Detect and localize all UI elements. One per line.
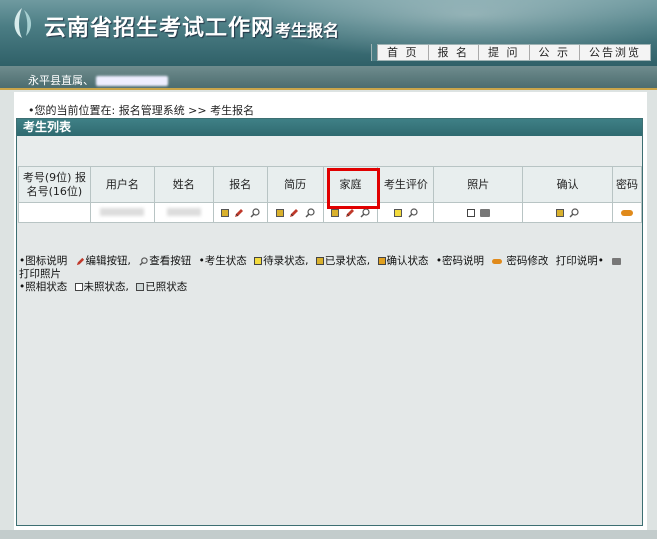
- table-row: [18, 202, 643, 223]
- legend-password-change: 密码修改: [506, 255, 549, 267]
- legend-confirmed: 确认状态: [386, 255, 429, 267]
- view-icon[interactable]: [569, 208, 579, 218]
- pending-status-icon: [394, 209, 403, 217]
- legend-print-note: 打印说明•: [555, 255, 604, 267]
- legend-not-photographed: 未照状态,: [83, 281, 129, 293]
- icon-legend: •图标说明 编辑按钮, 查看按钮 •考生状态 待录状态, 已录状态, 确认状态 …: [19, 255, 644, 294]
- candidate-table: 考号(9位) 报名号(16位) 用户名 姓名 报名 简历 家庭 考生评价 照片 …: [18, 166, 643, 223]
- not-photographed-icon: [74, 283, 83, 291]
- legend-edit-button: 编辑按钮,: [85, 255, 131, 267]
- col-confirm: 确认: [522, 166, 613, 203]
- nav-register[interactable]: 报 名: [427, 45, 479, 60]
- edit-icon[interactable]: [345, 208, 355, 218]
- edit-icon: [76, 257, 84, 265]
- pending-status-icon: [254, 257, 263, 265]
- view-icon[interactable]: [305, 208, 315, 218]
- unit-text: 永平县直属、: [28, 74, 94, 87]
- legend-icon-explanation: •图标说明: [19, 255, 68, 267]
- redacted-block: [166, 208, 201, 216]
- table-header-row: 考号(9位) 报名号(16位) 用户名 姓名 报名 简历 家庭 考生评价 照片 …: [18, 166, 643, 203]
- panel-spacer: [17, 136, 642, 166]
- cell-resume: [266, 202, 324, 223]
- main-content: •您的当前位置在: 报名管理系统 >> 考生报名 考生列表 考号(9位) 报名号…: [14, 92, 647, 532]
- cell-password: [611, 202, 643, 223]
- not-photographed-icon: [466, 209, 475, 217]
- key-icon: [492, 258, 503, 264]
- printer-icon[interactable]: [480, 209, 490, 217]
- nav-question[interactable]: 提 问: [478, 45, 529, 60]
- printer-icon: [612, 257, 622, 265]
- photographed-icon: [136, 283, 145, 291]
- status-icon: [555, 209, 564, 217]
- cell-name: [153, 202, 214, 223]
- view-icon[interactable]: [360, 208, 370, 218]
- key-icon[interactable]: [620, 210, 633, 216]
- legend-candidate-status: •考生状态: [198, 255, 247, 267]
- site-subtitle: 考生报名: [275, 21, 340, 40]
- legend-photographed: 已照状态: [145, 281, 188, 293]
- nav-publicity[interactable]: 公 示: [528, 45, 580, 60]
- legend-line-1: •图标说明 编辑按钮, 查看按钮 •考生状态 待录状态, 已录状态, 确认状态 …: [19, 255, 644, 281]
- legend-admitted: 已录状态,: [324, 255, 371, 267]
- candidate-list-panel: 考生列表 考号(9位) 报名号(16位) 用户名 姓名 报名 简历 家庭 考生评…: [16, 118, 643, 526]
- legend-view-button: 查看按钮: [149, 255, 192, 267]
- view-icon[interactable]: [250, 208, 260, 218]
- edit-icon[interactable]: [289, 208, 299, 218]
- redacted-block: [96, 76, 168, 86]
- col-photo: 照片: [433, 166, 524, 203]
- user-strip: 永平县直属、: [0, 66, 657, 90]
- col-resume: 简历: [266, 166, 324, 203]
- col-family: 家庭: [322, 166, 379, 203]
- view-icon: [139, 256, 148, 266]
- cell-family: [322, 202, 379, 223]
- nav-home[interactable]: 首 页: [377, 45, 428, 60]
- logo-icon: [14, 8, 32, 38]
- cell-username: [89, 202, 155, 223]
- panel-title: 考生列表: [17, 119, 642, 136]
- col-username: 用户名: [89, 166, 155, 203]
- view-icon[interactable]: [408, 208, 418, 218]
- legend-pending: 待录状态,: [263, 255, 309, 267]
- legend-print-photo: 打印照片: [19, 268, 61, 280]
- legend-photo-status: •照相状态: [19, 281, 68, 293]
- legend-line-2: •照相状态 未照状态, 已照状态: [19, 281, 644, 294]
- cell-confirm: [522, 202, 613, 223]
- bottom-bar: [0, 530, 657, 539]
- col-evaluation: 考生评价: [377, 166, 435, 203]
- site-header: 云南省招生考试工作网 考生报名 首 页 报 名 提 问 公 示 公告浏览: [0, 0, 657, 66]
- top-nav: 首 页 报 名 提 问 公 示 公告浏览: [371, 44, 651, 61]
- legend-password-note: •密码说明: [435, 255, 485, 267]
- cell-photo: [433, 202, 524, 223]
- cell-exam-number: [18, 202, 91, 223]
- col-name: 姓名: [153, 166, 214, 203]
- site-title: 云南省招生考试工作网: [44, 16, 275, 41]
- cell-registration: [212, 202, 268, 223]
- admitted-status-icon: [315, 257, 324, 265]
- unit-label: 永平县直属、: [28, 72, 168, 88]
- nav-announcements[interactable]: 公告浏览: [579, 45, 650, 60]
- cell-evaluation: [377, 202, 435, 223]
- redacted-block: [100, 208, 145, 216]
- status-icon: [275, 209, 284, 217]
- col-password: 密码: [611, 166, 643, 203]
- confirmed-status-icon: [377, 257, 386, 265]
- col-registration: 报名: [212, 166, 268, 203]
- breadcrumb: •您的当前位置在: 报名管理系统 >> 考生报名: [28, 104, 255, 117]
- col-exam-number: 考号(9位) 报名号(16位): [18, 166, 91, 203]
- status-icon: [220, 209, 229, 217]
- edit-icon[interactable]: [234, 208, 244, 218]
- status-icon: [331, 209, 339, 217]
